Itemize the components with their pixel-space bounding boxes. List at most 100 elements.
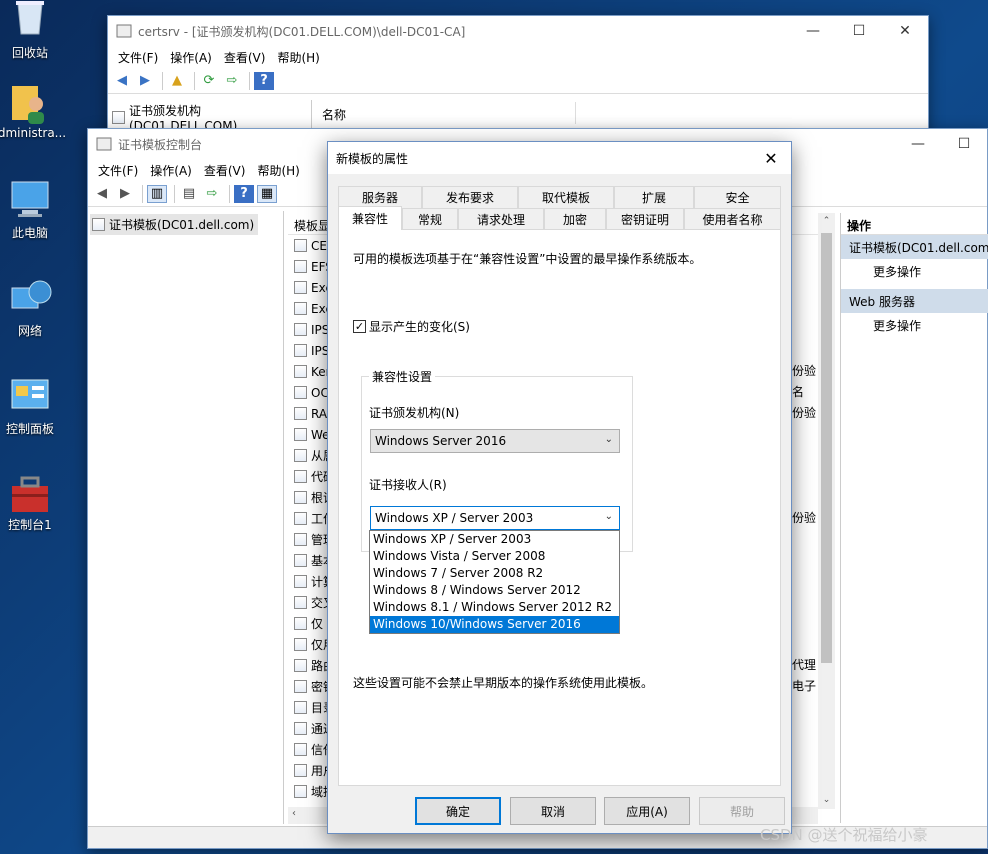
menu-action[interactable]: 操作(A) — [144, 162, 198, 179]
certificate-template-icon — [294, 533, 307, 546]
menu-action[interactable]: 操作(A) — [164, 49, 218, 66]
forward-icon[interactable]: ▶ — [115, 185, 135, 203]
certificate-template-icon — [294, 344, 307, 357]
scroll-thumb[interactable] — [821, 233, 832, 663]
certificate-recipient-label: 证书接收人(R) — [369, 478, 447, 492]
ok-button[interactable]: 确定 — [415, 797, 501, 825]
tab-server[interactable]: 服务器 — [338, 186, 422, 208]
refresh-icon[interactable]: ⟳ — [199, 72, 219, 90]
maximize-button[interactable]: ☐ — [836, 16, 882, 46]
tab-compatibility[interactable]: 兼容性 — [338, 206, 402, 230]
recipient-option[interactable]: Windows 7 / Server 2008 R2 — [370, 565, 619, 582]
show-changes-checkbox[interactable]: ✓ 显示产生的变化(S) — [353, 318, 470, 335]
recipient-option[interactable]: Windows Vista / Server 2008 — [370, 548, 619, 565]
certificate-authority-label: 证书颁发机构(N) — [369, 406, 460, 420]
desktop-icon-console1[interactable]: 控制台1 — [0, 472, 70, 533]
desktop-icon-network[interactable]: 网络 — [0, 278, 70, 339]
apply-button[interactable]: 应用(A) — [604, 797, 690, 825]
recipient-option-highlighted[interactable]: Windows 10/Windows Server 2016 — [370, 616, 619, 633]
tab-general[interactable]: 常规 — [402, 208, 458, 230]
certificate-template-icon — [294, 323, 307, 336]
help-icon[interactable]: ? — [234, 184, 254, 203]
tab-extensions[interactable]: 扩展 — [614, 186, 694, 208]
certificate-template-icon — [294, 365, 307, 378]
back-icon[interactable]: ◀ — [112, 72, 132, 90]
export-icon[interactable]: ⇨ — [222, 72, 242, 90]
desktop-icon-recycle-bin[interactable]: 回收站 — [0, 0, 70, 61]
menu-file[interactable]: 文件(F) — [112, 49, 164, 66]
back-icon[interactable]: ◀ — [92, 185, 112, 203]
desktop-icon-this-pc[interactable]: 此电脑 — [0, 180, 70, 241]
dialog-close-icon[interactable]: ✕ — [751, 149, 791, 168]
dialog-titlebar[interactable]: 新模板的属性 ✕ — [328, 142, 791, 174]
scroll-up-icon[interactable]: ⌃ — [818, 213, 835, 230]
tab-key-attestation[interactable]: 密钥证明 — [606, 208, 684, 230]
tab-subject-name[interactable]: 使用者名称 — [684, 208, 781, 230]
tab-superseded-templates[interactable]: 取代模板 — [518, 186, 614, 208]
desktop-icon-control-panel[interactable]: 控制面板 — [0, 376, 70, 437]
tab-issuance-requirements[interactable]: 发布要求 — [422, 186, 518, 208]
certsrv-toolbar: ◀ ▶ ▲ ⟳ ⇨ ? — [108, 68, 928, 94]
close-button[interactable]: ✕ — [882, 16, 928, 46]
certtmpl-tree-pane: 证书模板(DC01.dell.com) — [88, 211, 284, 824]
toolbar-separator — [194, 71, 195, 90]
show-actions-icon[interactable]: ▦ — [257, 184, 277, 203]
actions-group-web-server[interactable]: Web 服务器 — [841, 289, 988, 313]
csdn-watermark: CSDN @送个祝福给小豪 — [760, 826, 928, 844]
template-description-fragment: 电子 — [792, 679, 817, 693]
certsrv-column-name[interactable]: 名称 — [316, 102, 576, 124]
dialog-title: 新模板的属性 — [336, 151, 409, 166]
forward-icon[interactable]: ▶ — [135, 72, 155, 90]
list-vertical-scrollbar[interactable]: ⌃ ⌄ — [818, 213, 835, 809]
template-description-fragment: 代理 — [792, 658, 817, 672]
minimize-button[interactable]: — — [790, 16, 836, 46]
certificate-template-icon — [294, 449, 307, 462]
certsrv-title: certsrv - [证书颁发机构(DC01.DELL.COM)\dell-DC… — [138, 24, 466, 39]
scroll-left-icon[interactable]: ‹ — [292, 808, 296, 819]
certificate-template-icon — [294, 407, 307, 420]
toolbox-icon — [8, 472, 52, 512]
menu-help[interactable]: 帮助(H) — [271, 49, 325, 66]
maximize-button[interactable]: ☐ — [941, 129, 987, 159]
tab-request-handling[interactable]: 请求处理 — [458, 208, 544, 230]
toolbar-separator — [174, 184, 175, 203]
certificate-authority-select[interactable]: Windows Server 2016 ⌄ — [370, 429, 620, 453]
menu-help[interactable]: 帮助(H) — [251, 162, 305, 179]
export-icon[interactable]: ⇨ — [202, 185, 222, 203]
recipient-option[interactable]: Windows 8 / Windows Server 2012 — [370, 582, 619, 599]
actions-header: 操作 — [841, 213, 988, 235]
certsrv-titlebar[interactable]: certsrv - [证书颁发机构(DC01.DELL.COM)\dell-DC… — [108, 16, 928, 46]
certsrv-menubar: 文件(F) 操作(A) 查看(V) 帮助(H) — [108, 46, 928, 68]
certificate-template-icon — [294, 701, 307, 714]
help-button[interactable]: 帮助 — [699, 797, 785, 825]
desktop-icon-administrator[interactable]: Administra... — [0, 82, 68, 140]
properties-icon[interactable]: ▤ — [179, 185, 199, 203]
certificate-template-icon — [294, 470, 307, 483]
tab-security[interactable]: 安全 — [694, 186, 781, 208]
recipient-option[interactable]: Windows XP / Server 2003 — [370, 531, 619, 548]
minimize-button[interactable]: — — [895, 129, 941, 159]
recipient-option[interactable]: Windows 8.1 / Windows Server 2012 R2 — [370, 599, 619, 616]
cancel-button[interactable]: 取消 — [510, 797, 596, 825]
help-icon[interactable]: ? — [254, 71, 274, 90]
menu-view[interactable]: 查看(V) — [198, 162, 252, 179]
menu-view[interactable]: 查看(V) — [218, 49, 272, 66]
show-tree-icon[interactable]: ▥ — [147, 184, 167, 203]
toolbar-separator — [162, 71, 163, 90]
template-description-fragment: 份验 — [792, 406, 817, 420]
control-panel-icon — [8, 376, 52, 416]
tree-item-cert-templates[interactable]: 证书模板(DC01.dell.com) — [90, 214, 258, 235]
menu-file[interactable]: 文件(F) — [92, 162, 144, 179]
tab-cryptography[interactable]: 加密 — [544, 208, 606, 230]
compatibility-settings-label: 兼容性设置 — [369, 368, 436, 385]
scroll-down-icon[interactable]: ⌄ — [818, 792, 835, 809]
toolbar-separator — [229, 184, 230, 203]
certificate-recipient-select[interactable]: Windows XP / Server 2003 ⌄ — [370, 506, 620, 530]
action-more-actions[interactable]: 更多操作 — [841, 313, 988, 337]
actions-group-cert-templates[interactable]: 证书模板(DC01.dell.com) — [841, 235, 988, 259]
action-more-actions[interactable]: 更多操作 — [841, 259, 988, 283]
checkmark-icon: ✓ — [353, 320, 366, 333]
certificate-template-icon — [294, 722, 307, 735]
up-folder-icon[interactable]: ▲ — [167, 72, 187, 90]
certificate-template-icon — [294, 428, 307, 441]
